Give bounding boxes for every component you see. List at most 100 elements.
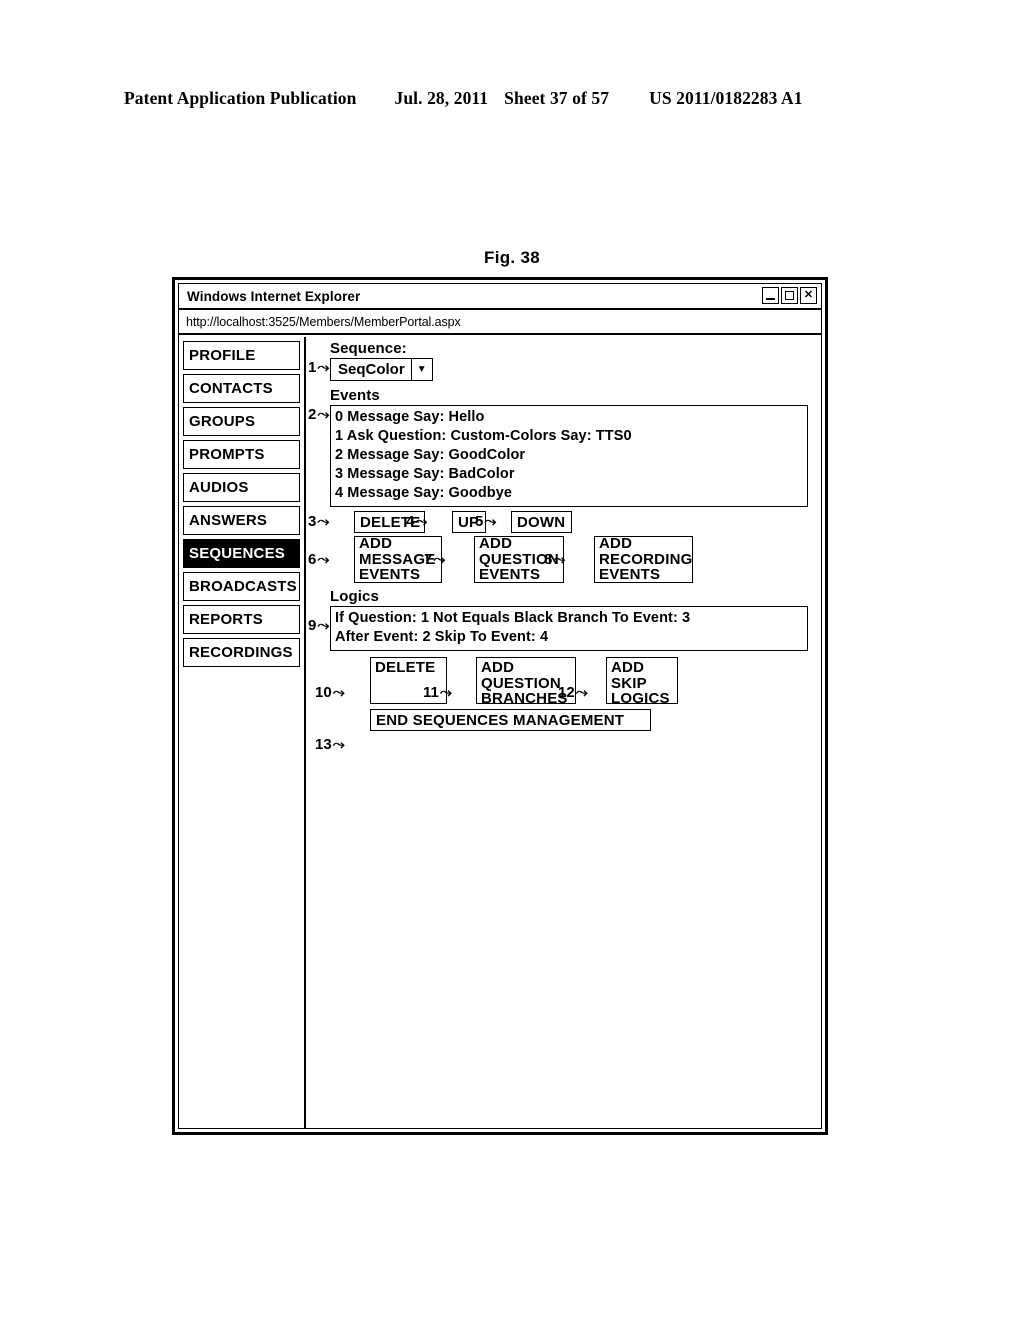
sequence-label: Sequence: [330,340,407,357]
callout-3: 3⤳ [308,514,329,529]
sidebar-item-reports[interactable]: REPORTS [183,605,300,634]
callout-5-number: 5 [475,513,484,530]
figure-label: Fig. 38 [484,248,540,267]
add-skip-logics-button[interactable]: ADD SKIP LOGICS [606,657,678,707]
callout-1-number: 1 [308,359,317,376]
add-skip-logics-line1: ADD [611,659,645,676]
sequence-select-value[interactable]: SeqColor [331,359,411,380]
list-item[interactable]: 3 Message Say: BadColor [335,465,803,484]
add-recording-events-button[interactable]: ADD RECORDING EVENTS [594,536,693,583]
callout-9-number: 9 [308,617,317,634]
callout-6: 6⤳ [308,552,329,567]
window-body: PROFILE CONTACTS GROUPS PROMPTS AUDIOS A… [179,337,821,1128]
patent-publication-text: Patent Application Publication [124,88,357,108]
callout-2-number: 2 [308,406,317,423]
window-titlebar: Windows Internet Explorer ✕ [179,284,821,310]
callout-12-leader: ⤳ [575,684,588,701]
maximize-icon[interactable] [781,287,798,304]
patent-header: Patent Application Publication Jul. 28, … [124,88,904,109]
callout-9-leader: ⤳ [317,617,330,634]
callout-8-leader: ⤳ [553,551,566,568]
minimize-icon[interactable] [762,287,779,304]
list-item[interactable]: If Question: 1 Not Equals Black Branch T… [335,609,803,628]
window-controls: ✕ [762,287,817,304]
callout-2: 2⤳ [308,407,329,422]
callout-6-number: 6 [308,551,317,568]
add-recording-events-line1: ADD [599,535,633,553]
add-recording-events-line2: RECORDING [599,550,693,568]
callout-4-number: 4 [406,513,415,530]
callout-1-leader: ⤳ [317,359,330,376]
sidebar-item-contacts[interactable]: CONTACTS [183,374,300,403]
sidebar-nav: PROFILE CONTACTS GROUPS PROMPTS AUDIOS A… [179,337,306,1128]
callout-4: 4⤳ [406,514,427,529]
sidebar-item-prompts[interactable]: PROMPTS [183,440,300,469]
add-message-events-line3: EVENTS [359,566,421,584]
callout-4-leader: ⤳ [415,513,428,530]
sidebar-item-sequences[interactable]: SEQUENCES [183,539,300,568]
sidebar-item-broadcasts[interactable]: BROADCASTS [183,572,300,601]
callout-8: 8⤳ [544,552,565,567]
callout-10-leader: ⤳ [332,684,345,701]
patent-number-text: US 2011/0182283 A1 [649,88,803,108]
callout-3-leader: ⤳ [317,513,330,530]
url-text[interactable]: http://localhost:3525/Members/MemberPort… [179,315,461,329]
sidebar-item-profile[interactable]: PROFILE [183,341,300,370]
callout-11-number: 11 [423,684,439,701]
events-label: Events [330,387,380,404]
list-item[interactable]: 0 Message Say: Hello [335,408,803,427]
list-item[interactable]: After Event: 2 Skip To Event: 4 [335,628,803,647]
add-skip-logics-line2: SKIP [611,674,647,692]
callout-11-leader: ⤳ [439,684,452,701]
main-content: Sequence: 1⤳ SeqColor ▼ Events 2⤳ 0 Mess… [306,337,821,1128]
list-item[interactable]: 4 Message Say: Goodbye [335,484,803,503]
close-icon[interactable]: ✕ [800,287,817,304]
add-message-events-line1: ADD [359,535,393,553]
window-inner-frame: Windows Internet Explorer ✕ http://local… [178,283,822,1129]
sidebar-item-groups[interactable]: GROUPS [183,407,300,436]
callout-5-leader: ⤳ [484,513,497,530]
logics-listbox[interactable]: If Question: 1 Not Equals Black Branch T… [330,606,808,651]
add-question-branches-line1: ADD [481,659,515,676]
callout-10: 10⤳ [315,685,345,700]
callout-13: 13⤳ [315,737,345,752]
callout-11: 11⤳ [423,685,452,700]
sidebar-item-recordings[interactable]: RECORDINGS [183,638,300,667]
chevron-down-icon[interactable]: ▼ [410,359,432,380]
callout-7-number: 7 [424,551,433,568]
callout-7: 7⤳ [424,552,445,567]
add-question-events-line1: ADD [479,535,513,553]
add-question-branches-line2: QUESTION [481,674,561,692]
add-question-events-line3: EVENTS [479,566,541,584]
sidebar-item-audios[interactable]: AUDIOS [183,473,300,502]
callout-13-leader: ⤳ [332,736,345,753]
patent-date-text: Jul. 28, 2011 [394,88,489,108]
callout-9: 9⤳ [308,618,329,633]
move-down-button[interactable]: DOWN [511,511,572,533]
add-question-branches-line3: BRANCHES [481,690,568,707]
delete-logic-label: DELETE [375,659,436,676]
add-skip-logics-line3: LOGICS [611,690,670,707]
sidebar-item-answers[interactable]: ANSWERS [183,506,300,535]
callout-12: 12⤳ [558,685,588,700]
list-item[interactable]: 1 Ask Question: Custom-Colors Say: TTS0 [335,427,803,446]
address-bar[interactable]: http://localhost:3525/Members/MemberPort… [179,310,821,335]
callout-13-number: 13 [315,736,332,753]
callout-6-leader: ⤳ [317,551,330,568]
browser-window: Windows Internet Explorer ✕ http://local… [172,277,828,1135]
logics-label: Logics [330,588,379,605]
window-title: Windows Internet Explorer [187,288,361,304]
callout-3-number: 3 [308,513,317,530]
callout-12-number: 12 [558,684,575,701]
callout-5: 5⤳ [475,514,496,529]
events-listbox[interactable]: 0 Message Say: Hello 1 Ask Question: Cus… [330,405,808,507]
sequence-select[interactable]: SeqColor ▼ [330,358,433,381]
callout-7-leader: ⤳ [433,551,446,568]
list-item[interactable]: 2 Message Say: GoodColor [335,446,803,465]
callout-2-leader: ⤳ [317,406,330,423]
patent-sheet-text: Sheet 37 of 57 [504,88,610,108]
callout-1: 1⤳ [308,360,329,375]
callout-8-number: 8 [544,551,553,568]
add-recording-events-line3: EVENTS [599,566,661,584]
end-sequences-management-button[interactable]: END SEQUENCES MANAGEMENT [370,709,651,731]
